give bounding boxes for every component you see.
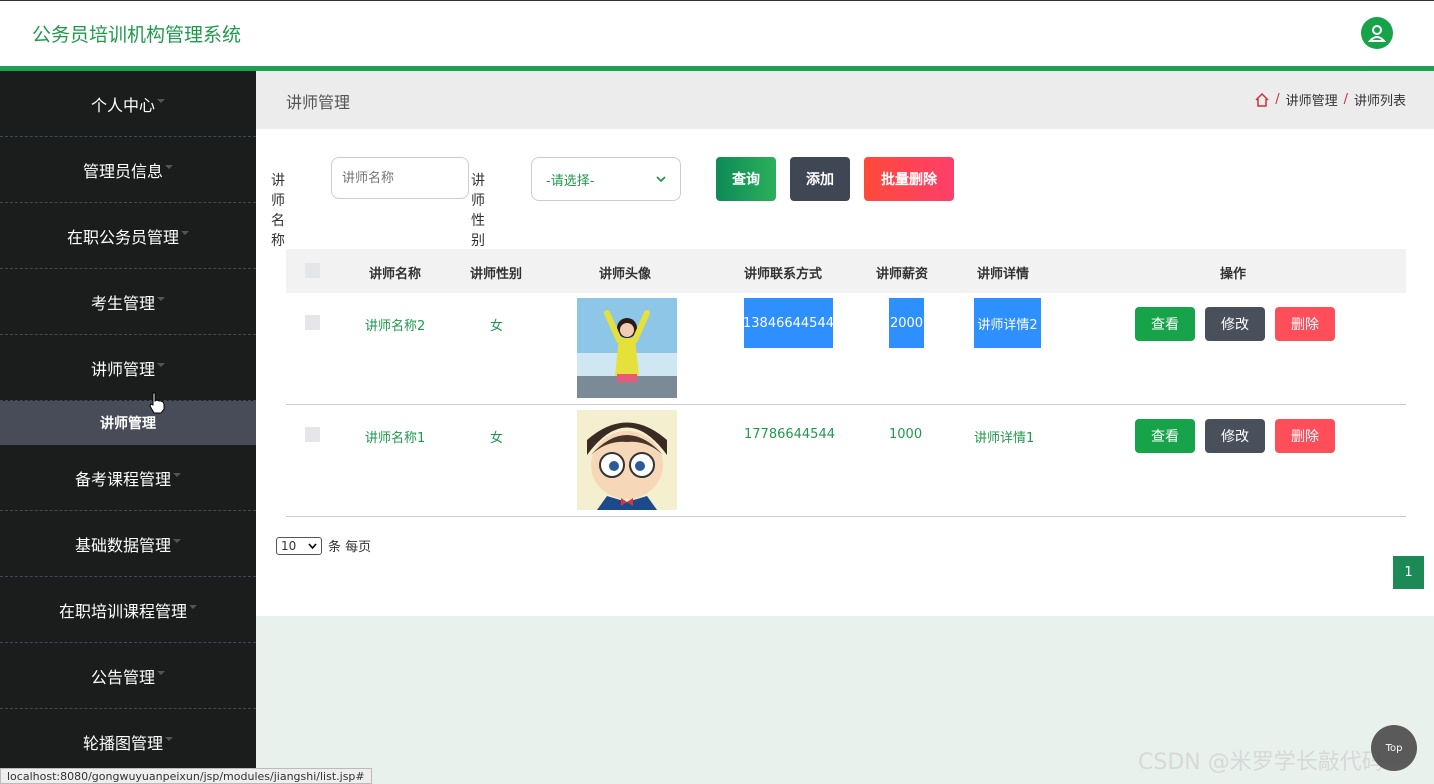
- sidebar-item-label: 备考课程管理: [74, 469, 171, 489]
- column-header: 讲师头像: [599, 267, 652, 282]
- caret-down-icon: [165, 164, 173, 169]
- page-size-value: 10: [281, 538, 297, 553]
- delete-button[interactable]: 删除: [1275, 419, 1335, 453]
- caret-down-icon: [157, 296, 165, 301]
- sidebar-item-label: 在职公务员管理: [66, 227, 179, 247]
- sidebar-item-label: 基础数据管理: [74, 535, 171, 555]
- sidebar-item-personal-center[interactable]: 个人中心: [0, 71, 256, 137]
- pagination-size: 10 条 每页: [276, 536, 371, 555]
- batch-delete-button[interactable]: 批量删除: [864, 157, 954, 201]
- column-header: 操作: [1220, 267, 1247, 282]
- sidebar-item-label: 考生管理: [90, 293, 155, 313]
- sidebar-item-label: 轮播图管理: [82, 733, 163, 753]
- user-icon: [1368, 25, 1386, 42]
- home-icon[interactable]: [1255, 92, 1269, 107]
- select-all-checkbox[interactable]: [305, 263, 320, 278]
- breadcrumb-separator: /: [1275, 92, 1280, 107]
- sidebar-item-training-course[interactable]: 在职培训课程管理: [0, 577, 256, 643]
- column-header: 讲师详情: [977, 267, 1030, 282]
- watermark: CSDN @米罗学长敲代码: [1138, 750, 1384, 775]
- lecturer-salary: 2000: [889, 298, 924, 348]
- status-bar-url: localhost:8080/gongwuyuanpeixun/jsp/modu…: [0, 768, 372, 784]
- lecturer-detail: 讲师详情1: [974, 431, 1035, 446]
- sidebar-item-examinee[interactable]: 考生管理: [0, 269, 256, 335]
- sidebar-item-admin-info[interactable]: 管理员信息: [0, 137, 256, 203]
- caret-down-icon: [173, 538, 181, 543]
- sidebar-item-civil-servant[interactable]: 在职公务员管理: [0, 203, 256, 269]
- view-button[interactable]: 查看: [1135, 307, 1195, 341]
- edit-button[interactable]: 修改: [1205, 419, 1265, 453]
- caret-down-icon: [189, 604, 197, 609]
- page-title: 讲师管理: [286, 93, 351, 112]
- per-page-label: 条 每页: [328, 540, 372, 555]
- caret-down-icon: [157, 362, 165, 367]
- back-to-top-button[interactable]: Top: [1371, 725, 1417, 771]
- gender-label: 讲师性别: [471, 173, 485, 249]
- sidebar-item-lecturer[interactable]: 讲师管理: [0, 335, 256, 401]
- lecturer-name: 讲师名称1: [365, 431, 426, 446]
- caret-down-icon: [157, 98, 165, 103]
- lecturer-gender: 女: [490, 319, 504, 334]
- breadcrumb-item[interactable]: 讲师管理: [1286, 90, 1338, 109]
- table-row: 讲师名称2 女 13846644544 2000 讲师详情2 查看 修改 删除: [286, 293, 1406, 405]
- gender-select[interactable]: -请选择-: [531, 157, 681, 201]
- sidebar-item-label: 管理员信息: [82, 161, 163, 181]
- edit-button[interactable]: 修改: [1205, 307, 1265, 341]
- breadcrumb-item: 讲师列表: [1353, 94, 1406, 109]
- breadcrumb-separator: /: [1343, 92, 1348, 107]
- user-avatar[interactable]: [1361, 17, 1393, 49]
- caret-down-icon: [181, 230, 189, 235]
- lecturer-name: 讲师名称2: [365, 319, 426, 334]
- sidebar-item-label: 公告管理: [90, 667, 155, 687]
- sidebar-item-prep-course[interactable]: 备考课程管理: [0, 445, 256, 511]
- cartoon-portrait-image: [577, 410, 677, 510]
- gender-select-value: -请选择-: [546, 173, 595, 189]
- query-button[interactable]: 查询: [716, 157, 776, 201]
- delete-button[interactable]: 删除: [1275, 307, 1335, 341]
- chevron-down-icon: [656, 176, 666, 183]
- sidebar-item-label: 讲师管理: [90, 359, 155, 379]
- page-1-button[interactable]: 1: [1393, 556, 1424, 589]
- sidebar-subitem-label: 讲师管理: [100, 416, 156, 432]
- lecturer-detail: 讲师详情2: [974, 298, 1041, 348]
- hand-cursor-icon: [149, 392, 165, 414]
- lecturer-salary: 1000: [889, 427, 923, 442]
- sidebar-item-carousel[interactable]: 轮播图管理: [0, 709, 256, 775]
- column-header: 讲师名称: [369, 267, 422, 282]
- sidebar-item-label: 个人中心: [90, 95, 155, 115]
- sidebar: 个人中心 管理员信息 在职公务员管理 考生管理 讲师管理 讲师管理 备考课程管理…: [0, 71, 256, 784]
- caret-down-icon: [173, 472, 181, 477]
- chevron-down-icon: [308, 542, 317, 549]
- lecturer-table: 讲师名称 讲师性别 讲师头像 讲师联系方式 讲师薪资 讲师详情 操作 讲师名称2…: [286, 249, 1406, 517]
- lecturer-phone: 13846644544: [743, 298, 834, 348]
- content-header: 讲师管理 / 讲师管理 / 讲师列表: [256, 71, 1434, 129]
- page-size-select[interactable]: 10: [276, 536, 322, 555]
- sidebar-item-announcement[interactable]: 公告管理: [0, 643, 256, 709]
- sidebar-item-label: 在职培训课程管理: [58, 601, 187, 621]
- lecturer-phone: 17786644544: [744, 427, 835, 442]
- caret-down-icon: [157, 670, 165, 675]
- column-header: 讲师薪资: [876, 267, 929, 282]
- lecturer-gender: 女: [490, 431, 504, 446]
- sidebar-item-base-data[interactable]: 基础数据管理: [0, 511, 256, 577]
- table-row: 讲师名称1 女 17786644544 1000 讲师详情1 查看 修改 删除: [286, 405, 1406, 517]
- lecturer-photo: [577, 298, 677, 398]
- column-header: 讲师性别: [470, 267, 523, 282]
- breadcrumb: / 讲师管理 / 讲师列表: [1255, 90, 1406, 109]
- lecturer-name-input[interactable]: [331, 157, 469, 199]
- row-checkbox[interactable]: [305, 315, 320, 330]
- portrait-image: [577, 298, 677, 398]
- lecturer-photo: [577, 410, 677, 510]
- caret-down-icon: [165, 736, 173, 741]
- sidebar-subitem-lecturer-management[interactable]: 讲师管理: [0, 401, 256, 445]
- column-header: 讲师联系方式: [744, 267, 823, 282]
- row-checkbox[interactable]: [305, 427, 320, 442]
- add-button[interactable]: 添加: [790, 157, 850, 201]
- app-title: 公务员培训机构管理系统: [32, 24, 242, 46]
- table-header: 讲师名称 讲师性别 讲师头像 讲师联系方式 讲师薪资 讲师详情 操作: [286, 249, 1406, 293]
- top-header: 公务员培训机构管理系统: [0, 0, 1434, 66]
- view-button[interactable]: 查看: [1135, 419, 1195, 453]
- name-label: 讲师名称: [271, 173, 285, 249]
